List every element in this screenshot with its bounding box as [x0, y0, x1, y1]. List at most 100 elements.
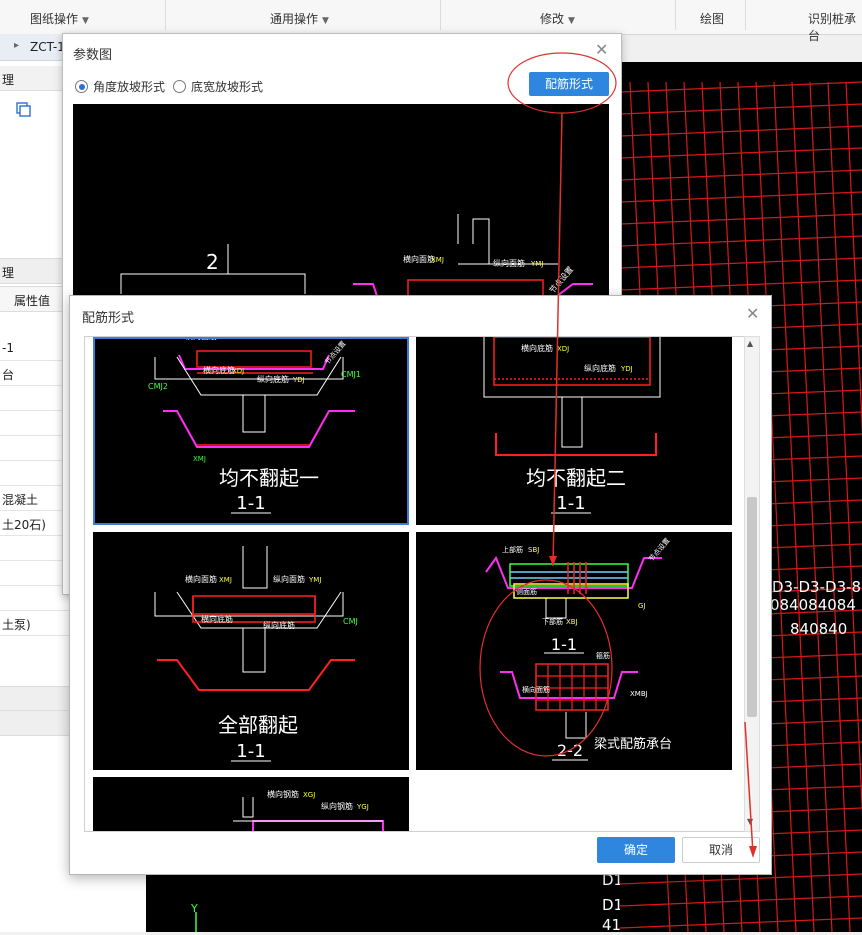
grid-line: [827, 81, 862, 818]
ribbon-separator: [745, 0, 746, 30]
rebar-drawing: 上部筋 SBJ 侧面筋 下部筋 XBJ GJ 节点设置 1-1 横向面筋 箍筋 …: [485, 536, 672, 761]
option-no-bend-1[interactable]: 横向面筋 横向底筋 XDJ 纵向底筋 YDJ CMJ2 CMJ1 节点设置 XM…: [93, 337, 409, 525]
grid-line: [791, 81, 833, 932]
drawing-code: XBJ: [566, 618, 578, 626]
rebar-drawing: 横向面筋 横向底筋 XDJ 纵向底筋 YDJ CMJ2 CMJ1 节点设置 XM…: [148, 337, 361, 514]
ribbon-group-modify[interactable]: 修改 ▼: [540, 10, 575, 27]
drawing-label: 节点设置: [647, 536, 672, 563]
drawing-label: 纵向面筋: [273, 574, 305, 584]
prop-value-header: 属性值: [14, 294, 51, 308]
ribbon-group-common-ops[interactable]: 通用操作 ▼: [270, 10, 329, 27]
radio-angle-slope[interactable]: 角度放坡形式: [75, 78, 165, 95]
ribbon-group-recognize-cap[interactable]: 识别桩承台: [808, 10, 862, 44]
drawing-label: 上部筋: [502, 545, 523, 554]
grid-line: [773, 81, 815, 932]
drawing-label: 横向面筋: [185, 574, 217, 584]
rebar-form-button[interactable]: 配筋形式: [529, 72, 609, 96]
preview-section-label: 2: [206, 250, 219, 274]
panel-header-label: 理: [2, 73, 15, 87]
drawing-code: GJ: [638, 602, 646, 610]
drawing-label: 箍筋: [596, 651, 610, 660]
ribbon-separator: [440, 0, 441, 30]
drawing-label: 下部筋: [542, 617, 563, 626]
drawing-code: XMJ: [193, 455, 206, 463]
rebar-drawing: 横向底筋 XDJ 纵向底筋 YDJ 均不翻起二 1-1: [483, 337, 661, 514]
rebar-form-gallery: 横向面筋 横向底筋 XDJ 纵向底筋 YDJ CMJ2 CMJ1 节点设置 XM…: [84, 336, 746, 832]
ribbon-separator: [165, 0, 166, 30]
axis-y-icon: Y: [190, 902, 198, 932]
drawing-label: 节点设置: [323, 339, 348, 366]
scrollbar-thumb[interactable]: [747, 497, 757, 717]
option-section: 1-1: [556, 493, 585, 514]
drawing-code: XDJ: [557, 345, 569, 353]
cad-label: D3-D3-D3-8: [772, 578, 861, 596]
drawing-code: SBJ: [528, 546, 539, 554]
scroll-up-icon[interactable]: ▲: [747, 339, 753, 348]
cad-canvas-bottom[interactable]: D1-40 D1-A0 41-1 Y: [146, 870, 648, 934]
radio-unchecked-icon: [173, 80, 186, 93]
rebar-form-dialog: 配筋形式 ✕ 横向面筋 横向底筋 XDJ 纵向底筋 YDJ CMJ2 CMJ1 …: [69, 295, 772, 875]
grid-line: [620, 169, 862, 181]
grid-line: [620, 213, 862, 225]
option-title: 梁式配筋承台: [594, 736, 672, 752]
cad-label: D1-A0: [602, 896, 620, 914]
drawing-code: YGJ: [356, 803, 369, 811]
drawing-code: XDJ: [232, 367, 244, 375]
cad-label: 084084084: [770, 596, 856, 614]
grid-line: [620, 81, 862, 93]
option-title: 均不翻起一: [219, 466, 319, 490]
cad-label: 41-1: [602, 916, 620, 932]
drawing-label: 横向底筋: [201, 614, 233, 624]
rebar-drawing: 横向面筋 XMJ 纵向面筋 YMJ 横向底筋 纵向底筋 CMJ 全部翻起 1-1: [154, 546, 358, 762]
drawing-code: CMJ1: [341, 370, 361, 379]
file-tab[interactable]: ZCT-1: [30, 40, 65, 54]
drawing-label: 纵向底筋: [584, 363, 616, 373]
scroll-down-icon[interactable]: ▼: [747, 817, 753, 826]
option-title: 均不翻起二: [526, 466, 626, 490]
drawing-label: 横向钢筋: [267, 789, 299, 799]
drawing-label: 横向底筋: [203, 365, 235, 375]
gallery-scrollbar[interactable]: ▲ ▼: [744, 336, 760, 832]
grid-line: [620, 235, 862, 247]
rebar-drawing: 横向钢筋 XGJ 纵向钢筋 YGJ: [233, 789, 384, 831]
ribbon-separator: [675, 0, 676, 30]
drawing-label: 横向面筋: [522, 685, 550, 694]
option-beam-style-cap[interactable]: 上部筋 SBJ 侧面筋 下部筋 XBJ GJ 节点设置 1-1 横向面筋 箍筋 …: [416, 532, 732, 770]
grid-line: [620, 873, 862, 885]
option-section: 1-1: [236, 493, 265, 514]
option-title: 全部翻起: [218, 713, 298, 737]
panel-header-label: 理: [2, 266, 15, 280]
dialog-title: 参数图: [73, 48, 113, 63]
radio-width-slope[interactable]: 底宽放坡形式: [173, 78, 263, 95]
cancel-button[interactable]: 取消: [682, 837, 760, 863]
preview-code: XMJ: [431, 256, 444, 264]
grid-line: [620, 191, 862, 203]
option-steel-mesh[interactable]: 横向钢筋 XGJ 纵向钢筋 YGJ: [93, 777, 409, 831]
preview-label: 纵向面筋: [493, 258, 525, 268]
option-section-top: 1-1: [551, 635, 577, 654]
option-no-bend-2[interactable]: 横向底筋 XDJ 纵向底筋 YDJ 均不翻起二 1-1: [416, 337, 732, 525]
grid-line: [620, 279, 862, 291]
ribbon-group-draw[interactable]: 绘图: [700, 10, 724, 27]
option-section: 1-1: [236, 741, 265, 762]
drawing-code: XGJ: [303, 791, 315, 799]
preview-label: 节点设置: [547, 264, 575, 295]
drawing-label: 侧面筋: [516, 587, 537, 596]
chevron-right-icon[interactable]: ▸: [14, 40, 19, 51]
drawing-code: YDJ: [620, 365, 633, 373]
radio-checked-icon: [75, 80, 88, 93]
option-section: 2-2: [557, 741, 583, 760]
ribbon-group-drawing-ops[interactable]: 图纸操作 ▼: [30, 10, 89, 27]
dialog-title: 配筋形式: [82, 311, 135, 326]
grid-line: [620, 103, 862, 115]
grid-line: [809, 81, 851, 932]
close-icon[interactable]: ✕: [595, 40, 608, 59]
drawing-label: 纵向底筋: [263, 620, 295, 630]
copy-icon[interactable]: [12, 100, 34, 120]
ok-button[interactable]: 确定: [597, 837, 675, 863]
svg-text:Y: Y: [190, 902, 198, 915]
option-all-bend[interactable]: 横向面筋 XMJ 纵向面筋 YMJ 横向底筋 纵向底筋 CMJ 全部翻起 1-1: [93, 532, 409, 770]
drawing-code: CMJ2: [148, 382, 168, 391]
cad-label: 840840: [790, 620, 847, 638]
close-icon[interactable]: ✕: [746, 304, 759, 323]
